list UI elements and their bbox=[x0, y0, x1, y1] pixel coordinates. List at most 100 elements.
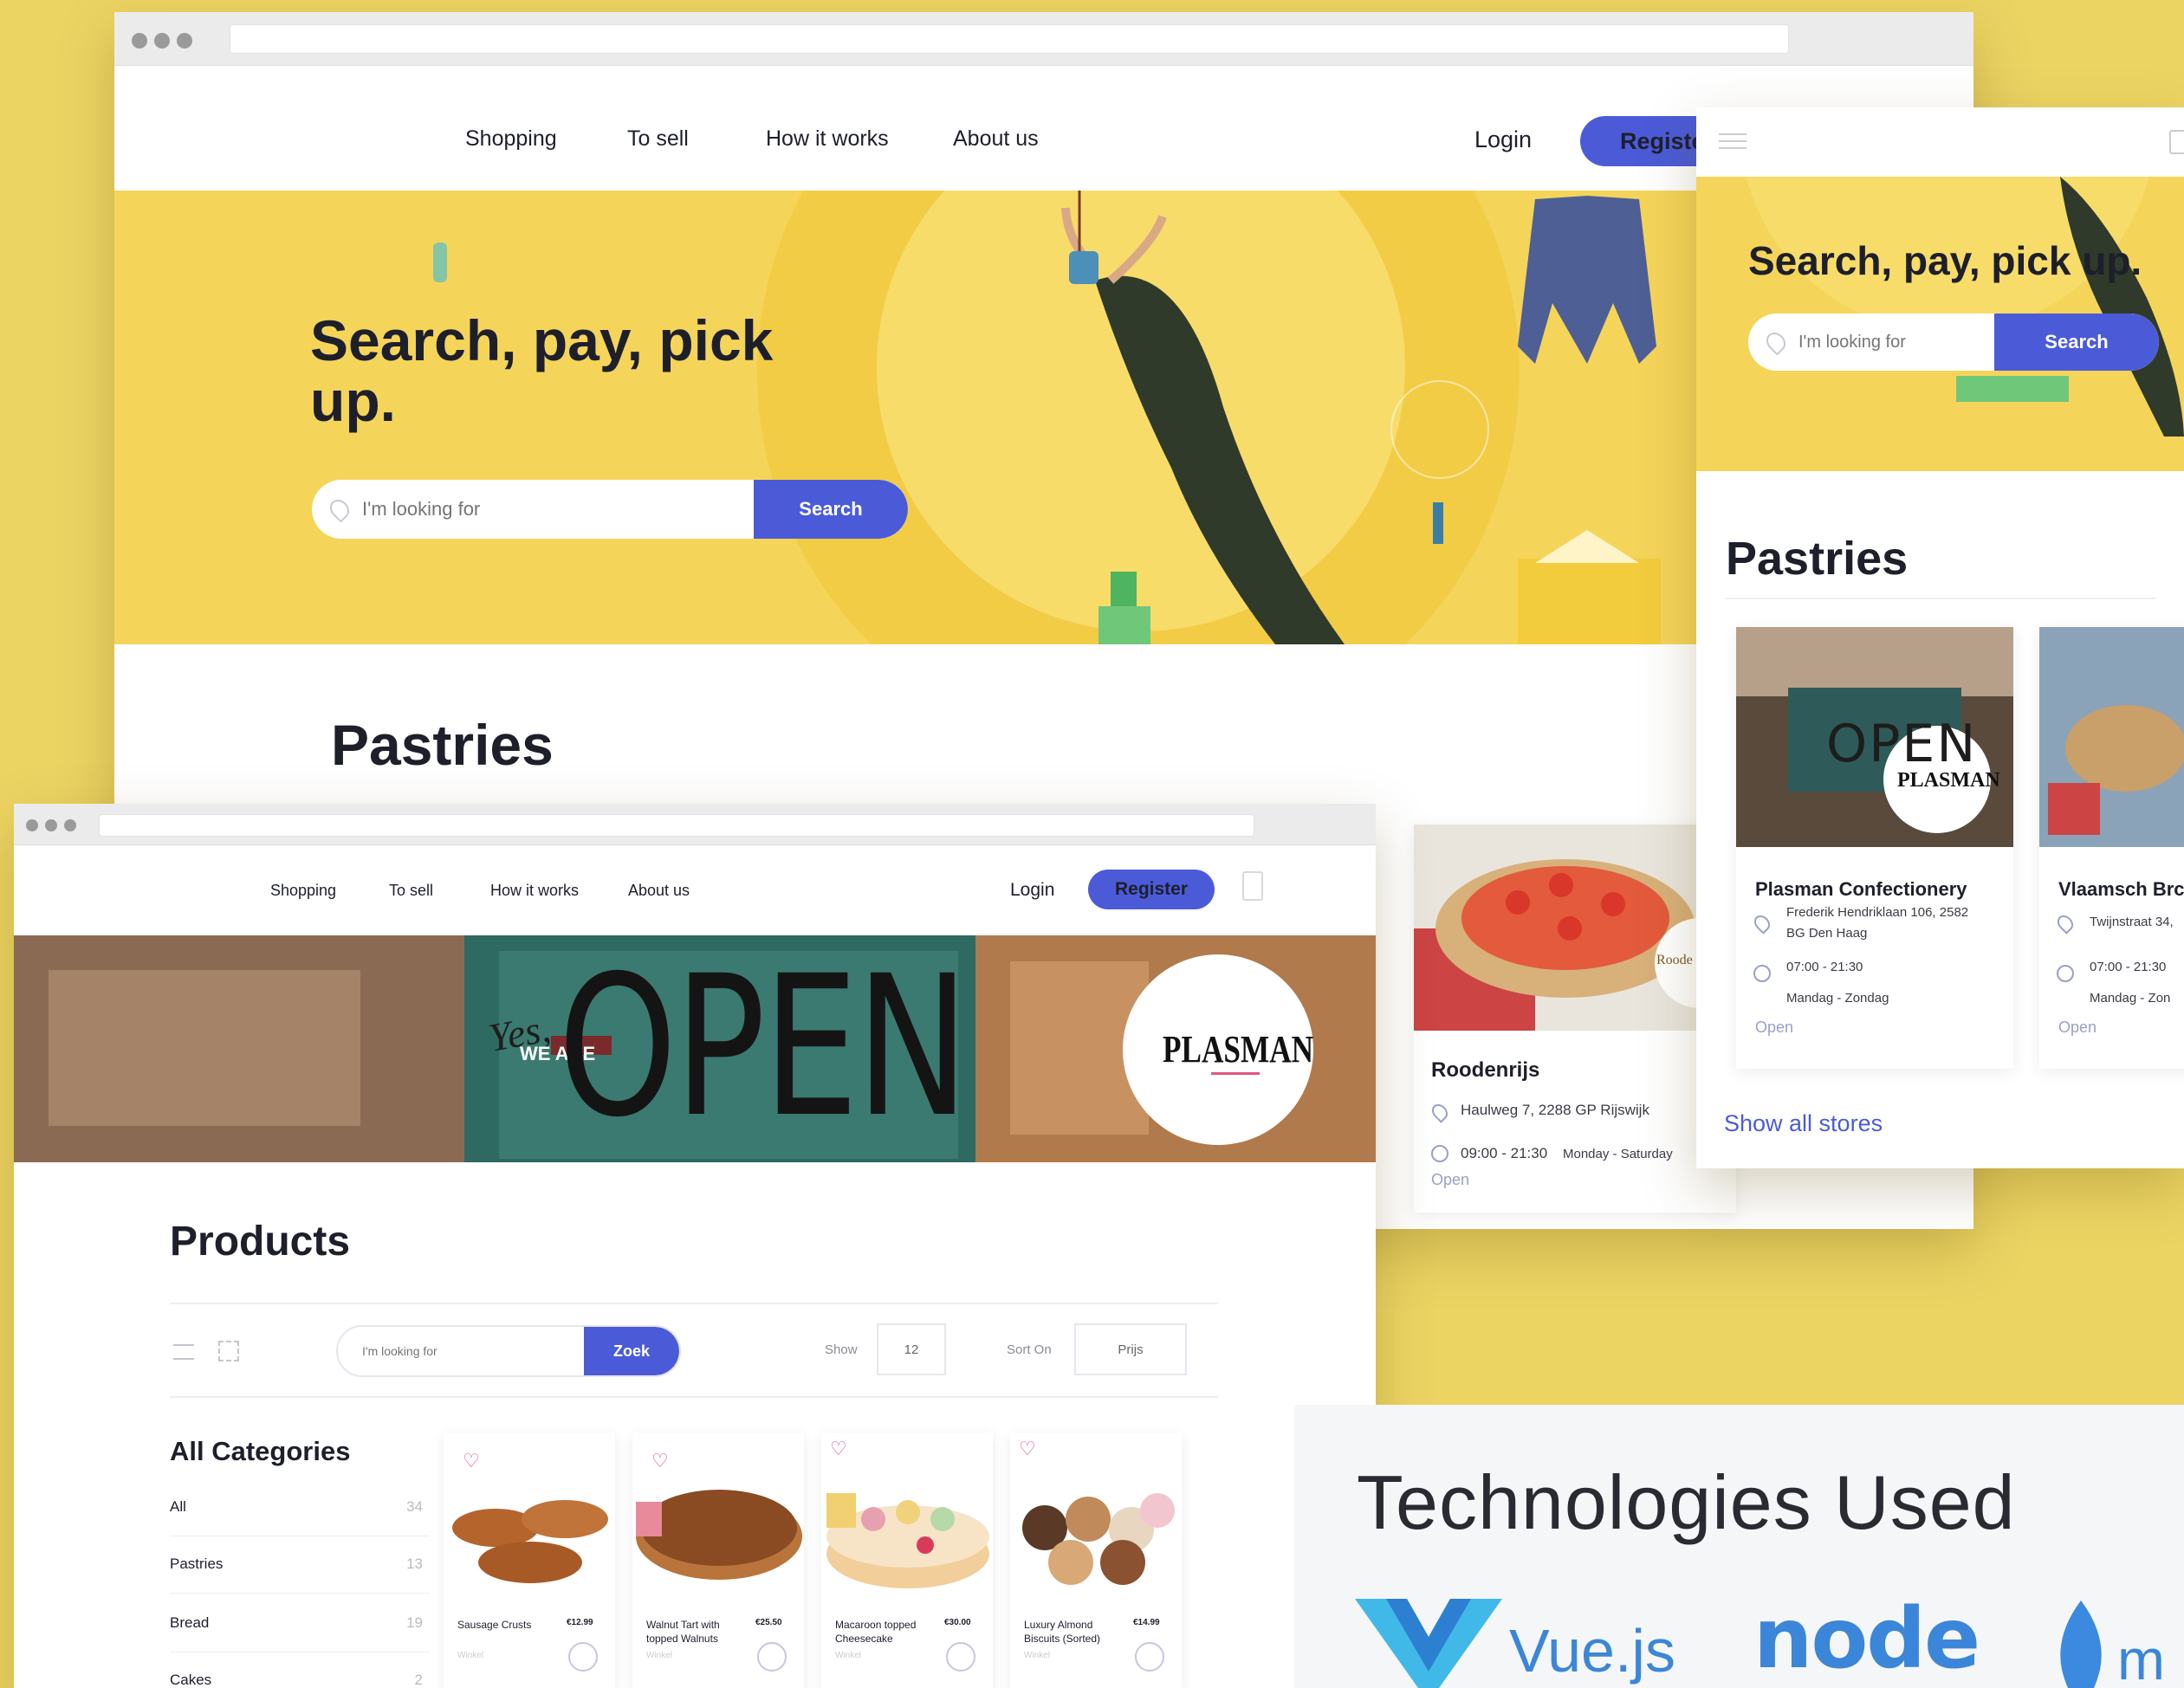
category-count: 13 bbox=[406, 1555, 423, 1572]
location-pin-icon bbox=[1762, 328, 1790, 356]
store-logo-roodenrijs: Roode bbox=[1656, 953, 1693, 967]
grid-view-icon[interactable] bbox=[218, 1341, 239, 1361]
mobile-search-input[interactable] bbox=[1798, 332, 2015, 352]
sort-label: Sort On bbox=[1007, 1342, 1052, 1357]
product-search-input[interactable] bbox=[362, 1344, 535, 1358]
window-dot[interactable] bbox=[26, 819, 38, 831]
location-pin-icon bbox=[2054, 912, 2077, 935]
store-status: Open bbox=[1431, 1171, 1470, 1188]
category-count: 2 bbox=[414, 1672, 423, 1688]
product-price: €12.99 bbox=[567, 1618, 593, 1627]
cart-icon[interactable] bbox=[1242, 871, 1263, 901]
mongodb-label: m bbox=[2117, 1627, 2165, 1688]
nav-shopping[interactable]: Shopping bbox=[270, 882, 336, 900]
plasman-logo: PLASMAN bbox=[1163, 1028, 1314, 1070]
address-bar[interactable] bbox=[99, 814, 1254, 837]
product-name: Sausage Crusts bbox=[457, 1619, 532, 1631]
category-name: Pastries bbox=[170, 1555, 224, 1572]
nav-to-sell[interactable]: To sell bbox=[389, 882, 433, 900]
store-image-vlaamsch bbox=[2039, 627, 2184, 847]
product-card[interactable]: ♡ Walnut Tart with topped Walnuts €25.50… bbox=[632, 1433, 804, 1688]
category-row[interactable]: Bread 19 bbox=[170, 1607, 430, 1652]
product-sub: Winkel bbox=[835, 1651, 862, 1660]
location-pin-icon bbox=[326, 495, 353, 523]
mobile-hero-title: Search, pay, pick up. bbox=[1748, 238, 2142, 283]
hamburger-menu-middle bbox=[1719, 140, 1747, 142]
store-top-nav: Shopping To sell How it works About us L… bbox=[14, 845, 1376, 935]
plasman-logo-underline bbox=[1211, 1072, 1260, 1075]
cart-icon[interactable] bbox=[2169, 130, 2184, 154]
register-button[interactable]: Register bbox=[1088, 870, 1215, 909]
show-select[interactable]: 12 bbox=[877, 1323, 946, 1375]
categories-heading: All Categories bbox=[170, 1436, 351, 1466]
login-link[interactable]: Login bbox=[1010, 880, 1054, 901]
store-banner: Yes, WE ARE OPEN PLASMAN bbox=[14, 935, 1376, 1162]
store-card-roodenrijs[interactable]: Roode Roodenrijs Haulweg 7, 2288 GP Rijs… bbox=[1414, 825, 1736, 1213]
vue-logo-icon bbox=[1355, 1599, 1502, 1688]
add-to-bag-icon[interactable] bbox=[1135, 1642, 1164, 1672]
window-dot[interactable] bbox=[132, 33, 147, 49]
show-all-stores-link[interactable]: Show all stores bbox=[1724, 1110, 1883, 1137]
browser-chrome bbox=[114, 12, 1973, 66]
store-window-front: Shopping To sell How it works About us L… bbox=[14, 804, 1376, 1688]
category-row[interactable]: Cakes 2 bbox=[170, 1665, 430, 1688]
store-card-plasman[interactable]: OPEN PLASMAN Plasman Confectionery Frede… bbox=[1736, 627, 2013, 1069]
heart-icon[interactable]: ♡ bbox=[830, 1438, 847, 1460]
window-dot[interactable] bbox=[64, 819, 76, 831]
hero-title: Search, pay, pick up. bbox=[310, 310, 773, 431]
store-address: Haulweg 7, 2288 GP Rijswijk bbox=[1461, 1102, 1649, 1118]
heart-icon[interactable]: ♡ bbox=[463, 1450, 480, 1472]
nav-about-us[interactable]: About us bbox=[953, 126, 1039, 152]
clock-icon bbox=[1431, 1145, 1448, 1162]
product-search-button[interactable]: Zoek bbox=[584, 1327, 679, 1375]
product-card[interactable]: ♡ Sausage Crusts €12.99 Winkel bbox=[444, 1433, 615, 1688]
browser-chrome bbox=[14, 804, 1376, 845]
window-dot[interactable] bbox=[45, 819, 57, 831]
nav-about-us[interactable]: About us bbox=[628, 882, 690, 900]
nav-to-sell[interactable]: To sell bbox=[627, 126, 689, 152]
category-count: 34 bbox=[406, 1498, 423, 1515]
product-card[interactable]: ♡ Luxury Almond Biscuits (Sorted) €14.99… bbox=[1010, 1433, 1182, 1688]
mobile-search-bar: Search bbox=[1748, 314, 2159, 371]
plasman-logo-small: PLASMAN bbox=[1897, 769, 2000, 792]
category-name: Cakes bbox=[170, 1672, 212, 1688]
window-dot[interactable] bbox=[154, 33, 170, 49]
store-card-vlaamsch[interactable]: Vlaamsch Brc Twijnstraat 34, 07:00 - 21:… bbox=[2039, 627, 2184, 1069]
top-nav: Shopping To sell How it works About us L… bbox=[114, 66, 1973, 203]
sort-select[interactable]: Prijs bbox=[1074, 1323, 1187, 1375]
technologies-heading: Technologies Used bbox=[1357, 1459, 2016, 1545]
add-to-bag-icon[interactable] bbox=[568, 1642, 598, 1672]
hero-search-button[interactable]: Search bbox=[754, 480, 908, 539]
nav-how-it-works[interactable]: How it works bbox=[490, 882, 579, 900]
hero-search-input[interactable] bbox=[362, 498, 743, 521]
window-dot[interactable] bbox=[177, 33, 192, 49]
category-row[interactable]: Pastries 13 bbox=[170, 1549, 430, 1594]
categories-sidebar: All Categories All 34 Pastries 13 Bread … bbox=[170, 1436, 430, 1688]
show-select-value: 12 bbox=[904, 1342, 919, 1357]
heart-icon[interactable]: ♡ bbox=[1019, 1438, 1036, 1460]
login-link[interactable]: Login bbox=[1474, 126, 1532, 153]
sort-select-value: Prijs bbox=[1118, 1342, 1144, 1357]
add-to-bag-icon[interactable] bbox=[757, 1642, 787, 1672]
technologies-panel: Technologies Used Vue.js node m bbox=[1294, 1405, 2184, 1688]
mongodb-leaf-icon bbox=[2060, 1601, 2102, 1688]
mobile-search-button[interactable]: Search bbox=[1994, 314, 2159, 371]
store-address: Twijnstraat 34, bbox=[2090, 915, 2174, 929]
show-label: Show bbox=[825, 1342, 858, 1357]
product-card[interactable]: ♡ Macaroon topped Cheesecake €30.00 Wink… bbox=[821, 1433, 993, 1688]
product-price: €30.00 bbox=[944, 1618, 971, 1627]
product-sub: Winkel bbox=[646, 1651, 673, 1660]
store-name: Vlaamsch Brc bbox=[2058, 878, 2184, 900]
heart-icon[interactable]: ♡ bbox=[651, 1450, 669, 1472]
pastries-heading: Pastries bbox=[331, 713, 554, 777]
list-view-icon[interactable] bbox=[173, 1344, 194, 1360]
store-hours: 07:00 - 21:30 bbox=[1786, 960, 1863, 974]
address-bar[interactable] bbox=[230, 24, 1789, 54]
category-row[interactable]: All 34 bbox=[170, 1491, 430, 1536]
product-sub: Winkel bbox=[457, 1651, 484, 1660]
nav-how-it-works[interactable]: How it works bbox=[766, 126, 889, 152]
add-to-bag-icon[interactable] bbox=[946, 1642, 975, 1672]
nav-shopping[interactable]: Shopping bbox=[465, 126, 557, 152]
mobile-pastries-heading: Pastries bbox=[1726, 533, 1909, 585]
store-hours: 09:00 - 21:30 bbox=[1461, 1145, 1548, 1161]
